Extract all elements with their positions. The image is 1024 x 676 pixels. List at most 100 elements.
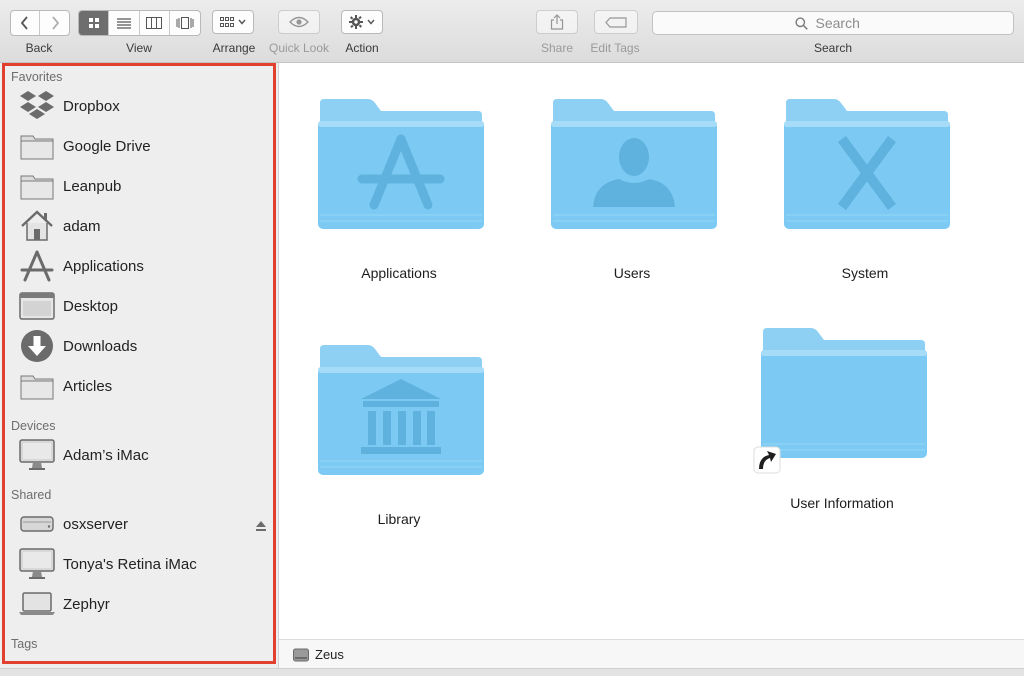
cover-flow-icon <box>176 17 194 29</box>
sidebar-item-label: Downloads <box>63 337 138 355</box>
sidebar-item-label: Desktop <box>63 297 119 315</box>
share-icon <box>550 14 564 30</box>
sidebar-item-applications[interactable]: Applications <box>18 248 270 284</box>
columns-icon <box>146 17 163 29</box>
search-field[interactable] <box>652 11 1014 35</box>
sidebar-item-leanpub[interactable]: Leanpub <box>18 168 270 204</box>
dropbox-icon <box>18 88 56 124</box>
edit-tags-label: Edit Tags <box>590 41 640 55</box>
path-bar: Zeus <box>279 639 1024 669</box>
user-information-folder-icon <box>761 328 927 458</box>
shared-heading: Shared <box>11 488 52 502</box>
favorites-heading: Favorites <box>11 70 63 84</box>
cover-flow-button[interactable] <box>170 11 200 35</box>
quick-look-label: Quick Look <box>268 41 330 55</box>
view-control <box>78 10 201 36</box>
folder-icon <box>18 168 56 204</box>
quick-look-button[interactable] <box>278 10 320 34</box>
folder-icon <box>18 368 56 404</box>
sidebar: Favorites Dropbox Google Drive Leanpub a… <box>0 63 279 675</box>
alias-arrow-icon <box>753 446 781 474</box>
sidebar-item-dropbox[interactable]: Dropbox <box>18 88 270 124</box>
laptop-icon <box>18 586 56 622</box>
sidebar-item-osxserver[interactable]: osxserver <box>18 506 270 542</box>
applications-folder-icon <box>318 99 484 229</box>
sidebar-item-label: Tonya's Retina iMac <box>63 555 197 573</box>
eject-icon[interactable] <box>256 518 266 536</box>
sidebar-item-label: Adam’s iMac <box>63 446 149 464</box>
share-button[interactable] <box>536 10 578 34</box>
applications-icon <box>18 248 56 284</box>
chevron-down-icon <box>367 19 375 25</box>
view-label: View <box>126 41 152 55</box>
folder-user-information[interactable] <box>753 326 929 474</box>
share-label: Share <box>540 41 574 55</box>
folder-label: System <box>841 265 889 281</box>
folder-label: Applications <box>361 265 437 281</box>
sidebar-item-zephyr[interactable]: Zephyr <box>18 586 270 622</box>
edit-tags-button[interactable] <box>594 10 638 34</box>
sidebar-item-google-drive[interactable]: Google Drive <box>18 128 270 164</box>
library-folder-icon <box>318 345 484 475</box>
sidebar-item-adams-imac[interactable]: Adam’s iMac <box>18 437 270 473</box>
file-browser-pane: Applications Users System Library User I… <box>279 63 1024 639</box>
gear-icon <box>349 15 363 29</box>
chevron-right-icon <box>51 16 59 30</box>
tags-heading: Tags <box>11 637 38 651</box>
arrange-button[interactable] <box>212 10 254 34</box>
sidebar-item-label: Articles <box>63 377 113 395</box>
search-icon <box>794 16 808 30</box>
action-label: Action <box>345 41 379 55</box>
folder-system[interactable] <box>782 97 952 233</box>
sidebar-item-downloads[interactable]: Downloads <box>18 328 270 364</box>
toolbar: Back View Arrange Quick Look Action Shar… <box>0 0 1024 63</box>
back-label: Back <box>25 41 53 55</box>
icon-view-button[interactable] <box>79 11 110 35</box>
sidebar-item-label: Leanpub <box>63 177 122 195</box>
grid-icon <box>88 18 99 28</box>
sidebar-item-desktop[interactable]: Desktop <box>18 288 270 324</box>
imac-icon <box>18 546 56 582</box>
downloads-icon <box>18 328 56 364</box>
sidebar-item-tonyas-retina-imac[interactable]: Tonya's Retina iMac <box>18 546 270 582</box>
forward-button[interactable] <box>40 11 69 35</box>
sidebar-item-label: Applications <box>63 257 144 275</box>
sidebar-item-label: Dropbox <box>63 97 120 115</box>
column-view-button[interactable] <box>140 11 170 35</box>
imac-icon <box>18 437 56 473</box>
chevron-left-icon <box>20 16 28 30</box>
users-folder-icon <box>551 99 717 229</box>
folder-applications[interactable] <box>316 97 486 233</box>
home-icon <box>18 208 56 244</box>
folder-icon <box>18 128 56 164</box>
eye-icon <box>289 16 309 28</box>
folder-library[interactable] <box>316 343 486 479</box>
folder-users[interactable] <box>549 97 719 233</box>
path-volume-label[interactable]: Zeus <box>315 647 344 662</box>
server-icon <box>18 506 56 542</box>
action-button[interactable] <box>341 10 383 34</box>
list-view-button[interactable] <box>109 11 140 35</box>
hard-drive-icon <box>293 648 309 662</box>
system-folder-icon <box>784 99 950 229</box>
chevron-down-icon <box>238 19 246 25</box>
tag-icon <box>605 16 627 28</box>
back-button[interactable] <box>11 11 40 35</box>
folder-label: Library <box>377 511 421 527</box>
sidebar-item-label: adam <box>63 217 101 235</box>
arrange-grid-icon <box>220 17 234 27</box>
back-forward-control <box>10 10 70 36</box>
list-icon <box>116 17 131 29</box>
sidebar-item-label: Google Drive <box>63 137 151 155</box>
devices-heading: Devices <box>11 419 56 433</box>
arrange-label: Arrange <box>212 41 256 55</box>
search-label: Search <box>813 41 853 55</box>
desktop-icon <box>18 288 56 324</box>
sidebar-item-adam[interactable]: adam <box>18 208 270 244</box>
sidebar-item-label: osxserver <box>63 515 129 533</box>
search-input[interactable] <box>813 14 872 32</box>
sidebar-item-articles[interactable]: Articles <box>18 368 270 404</box>
folder-label: Users <box>613 265 651 281</box>
folder-label: User Information <box>790 495 894 511</box>
sidebar-item-label: Zephyr <box>63 595 110 613</box>
